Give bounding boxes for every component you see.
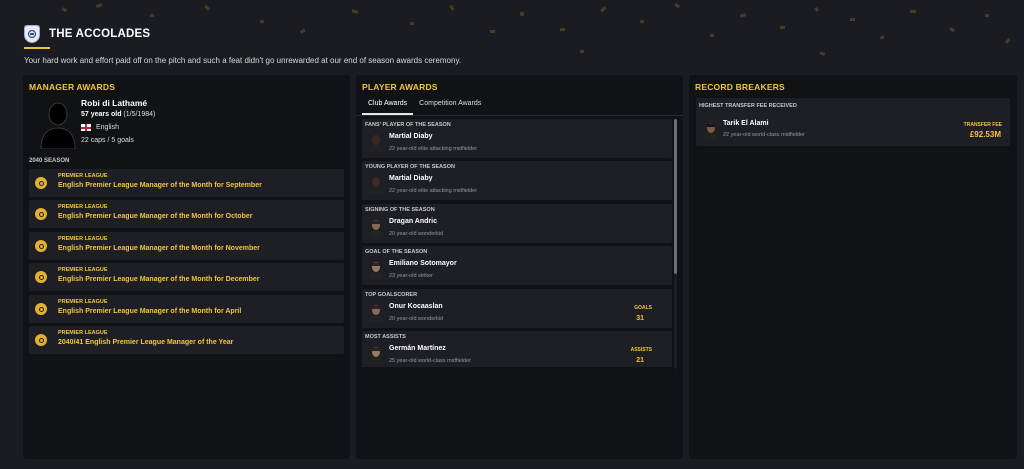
manager-name[interactable]: Robi di Lathamé [81, 98, 147, 108]
player-name[interactable]: Germán Martínez [389, 345, 446, 352]
scrollbar-thumb[interactable] [674, 119, 677, 274]
award-name: English Premier League Manager of the Mo… [58, 213, 253, 220]
award-card[interactable]: PREMIER LEAGUE English Premier League Ma… [29, 232, 344, 260]
player-portrait-icon [369, 135, 383, 152]
manager-dob: (1/5/1984) [123, 111, 156, 118]
award-category: FANS' PLAYER OF THE SEASON [365, 122, 451, 128]
award-competition: PREMIER LEAGUE [58, 204, 108, 210]
player-description: 22 year-old elite attacking midfielder [389, 146, 478, 152]
panel-title: MANAGER AWARDS [29, 82, 116, 92]
list-item[interactable]: TOP GOALSCORER Onur Kocaaslan 20 year-ol… [362, 289, 672, 328]
award-competition: PREMIER LEAGUE [58, 267, 108, 273]
player-description: 25 year-old world-class midfielder [389, 358, 471, 364]
trophy-medal-icon [35, 208, 47, 220]
award-card[interactable]: PREMIER LEAGUE English Premier League Ma… [29, 263, 344, 291]
award-card[interactable]: PREMIER LEAGUE English Premier League Ma… [29, 295, 344, 323]
panel-title: PLAYER AWARDS [362, 82, 438, 92]
player-awards-list[interactable]: FANS' PLAYER OF THE SEASON Martial Diaby… [362, 119, 673, 367]
page-subtitle: Your hard work and effort paid off on th… [24, 56, 462, 65]
award-name: 2040/41 English Premier League Manager o… [58, 339, 234, 346]
stat-label: GOALS [634, 305, 652, 311]
award-name: English Premier League Manager of the Mo… [58, 182, 262, 189]
player-portrait-icon [369, 347, 383, 364]
stat-label: TRANSFER FEE [963, 122, 1002, 128]
manager-silhouette-icon [40, 102, 76, 149]
nationality-label: English [96, 124, 119, 131]
record-category: HIGHEST TRANSFER FEE RECEIVED [699, 103, 797, 109]
confetti-decoration [61, 3, 1011, 56]
player-awards-panel: PLAYER AWARDS Club Awards Competition Aw… [356, 75, 683, 459]
manager-caps: 22 caps / 5 goals [81, 137, 134, 144]
award-name: English Premier League Manager of the Mo… [58, 276, 260, 283]
award-name: English Premier League Manager of the Mo… [58, 245, 260, 252]
manager-awards-panel: MANAGER AWARDS Robi di Lathamé 57 years … [23, 75, 350, 459]
player-name[interactable]: Martial Diaby [389, 133, 433, 140]
award-category: GOAL OF THE SEASON [365, 249, 428, 255]
trophy-medal-icon [35, 303, 47, 315]
page-title: THE ACCOLADES [49, 28, 151, 40]
trophy-medal-icon [35, 334, 47, 346]
stat-value: 31 [636, 315, 644, 322]
player-name[interactable]: Onur Kocaaslan [389, 303, 443, 310]
player-name[interactable]: Dragan Andric [389, 218, 437, 225]
award-competition: PREMIER LEAGUE [58, 299, 108, 305]
player-description: 20 year-old wonderkid [389, 231, 444, 237]
player-portrait-icon [704, 123, 718, 140]
season-label: 2040 SEASON [29, 158, 70, 164]
list-item[interactable]: MOST ASSISTS Germán Martínez 25 year-old… [362, 331, 672, 367]
player-description: 23 year-old striker [389, 273, 434, 279]
player-description: 20 year-old wonderkid [389, 316, 444, 322]
player-description: 22 year-old elite attacking midfielder [389, 188, 478, 194]
transfer-fee-value: £92.53M [969, 130, 1001, 139]
player-name[interactable]: Martial Diaby [389, 175, 433, 182]
award-card[interactable]: PREMIER LEAGUE English Premier League Ma… [29, 200, 344, 228]
award-tabs: Club Awards Competition Awards [362, 99, 487, 115]
trophy-medal-icon [35, 240, 47, 252]
manager-nationality: English [81, 124, 119, 131]
award-competition: PREMIER LEAGUE [58, 236, 108, 242]
tab-competition-awards[interactable]: Competition Awards [413, 99, 487, 113]
list-scrollbar[interactable] [674, 119, 677, 369]
player-portrait-icon [369, 305, 383, 322]
player-description: 22 year-old world-class midfielder [723, 132, 805, 138]
title-underline [24, 47, 50, 49]
award-category: MOST ASSISTS [365, 334, 406, 340]
award-card[interactable]: PREMIER LEAGUE English Premier League Ma… [29, 169, 344, 197]
panel-title: RECORD BREAKERS [695, 82, 785, 92]
player-portrait-icon [369, 177, 383, 194]
award-category: YOUNG PLAYER OF THE SEASON [365, 164, 455, 170]
stat-label: ASSISTS [630, 347, 652, 353]
trophy-medal-icon [35, 271, 47, 283]
player-name[interactable]: Tarik El Alami [723, 120, 769, 127]
list-item[interactable]: FANS' PLAYER OF THE SEASON Martial Diaby… [362, 119, 672, 158]
stat-value: 21 [636, 357, 644, 364]
record-card[interactable]: HIGHEST TRANSFER FEE RECEIVED Tarik El A… [696, 98, 1010, 146]
player-name[interactable]: Emiliano Sotomayor [389, 260, 457, 267]
manager-age-value: 57 years old [81, 111, 122, 118]
award-name: English Premier League Manager of the Mo… [58, 308, 242, 315]
tab-divider [356, 115, 683, 116]
player-portrait-icon [369, 262, 383, 279]
page-header: THE ACCOLADES [24, 24, 150, 44]
award-card[interactable]: PREMIER LEAGUE 2040/41 English Premier L… [29, 326, 344, 354]
player-portrait-icon [369, 220, 383, 237]
list-item[interactable]: YOUNG PLAYER OF THE SEASON Martial Diaby… [362, 161, 672, 200]
england-flag-icon [81, 124, 91, 131]
list-item[interactable]: GOAL OF THE SEASON Emiliano Sotomayor 23… [362, 246, 672, 285]
tab-club-awards[interactable]: Club Awards [362, 99, 414, 115]
award-category: SIGNING OF THE SEASON [365, 207, 435, 213]
list-item[interactable]: SIGNING OF THE SEASON Dragan Andric 20 y… [362, 204, 672, 243]
award-competition: PREMIER LEAGUE [58, 330, 108, 336]
award-category: TOP GOALSCORER [365, 292, 418, 298]
manager-age: 57 years old (1/5/1984) [81, 111, 155, 118]
record-breakers-panel: RECORD BREAKERS HIGHEST TRANSFER FEE REC… [689, 75, 1017, 459]
award-competition: PREMIER LEAGUE [58, 173, 108, 179]
trophy-medal-icon [35, 177, 47, 189]
club-badge-icon [24, 25, 40, 43]
